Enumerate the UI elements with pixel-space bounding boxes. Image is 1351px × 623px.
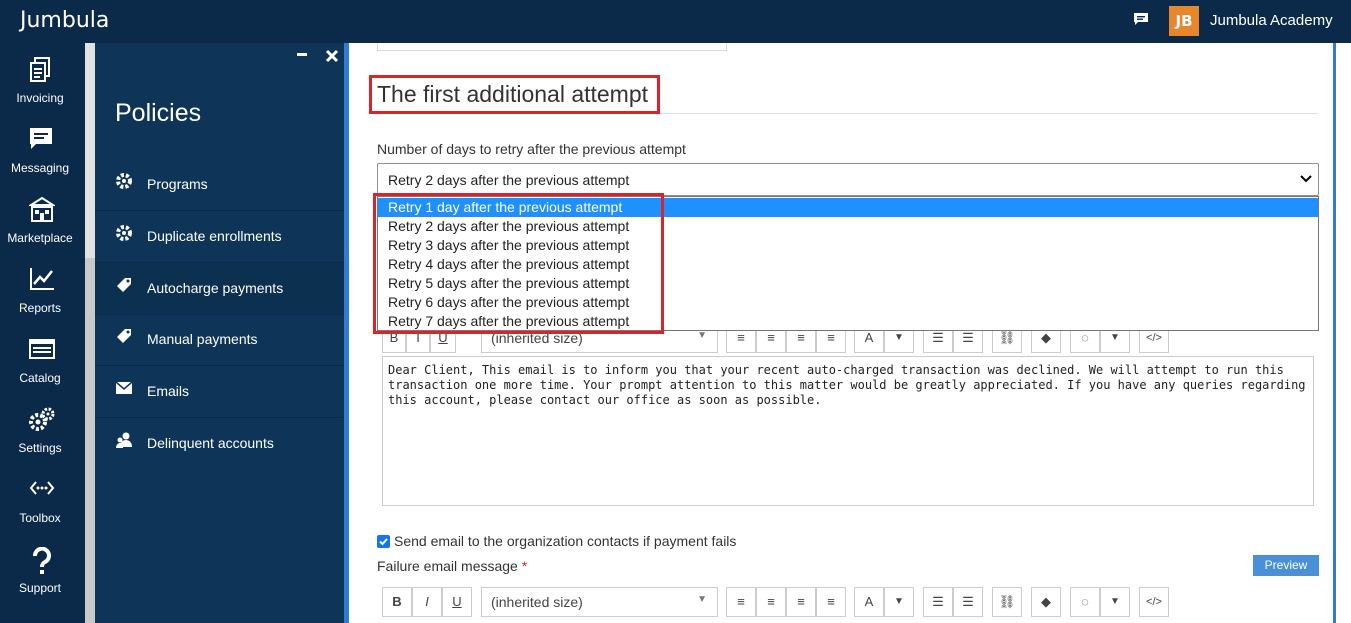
previous-field[interactable] <box>377 43 727 51</box>
nav-label: Toolbox <box>19 511 61 525</box>
policy-item-manual-payments[interactable]: Manual payments <box>95 314 344 366</box>
bullet-list-button[interactable]: ☰ <box>923 587 953 617</box>
chat-icon[interactable] <box>1133 12 1149 26</box>
chevron-down-icon[interactable]: ▼ <box>884 587 914 617</box>
code-view-icon[interactable]: </> <box>1139 587 1169 617</box>
nav-label: Reports <box>18 301 62 315</box>
nav-reports[interactable]: Reports <box>0 253 85 323</box>
policy-item-label: Programs <box>147 176 208 192</box>
numbered-list-button[interactable]: ☰ <box>953 587 983 617</box>
nav-label: Catalog <box>19 371 61 385</box>
toolbox-icon <box>29 481 55 495</box>
chevron-down-icon[interactable]: ▼ <box>1100 587 1130 617</box>
main-nav-rail: Invoicing Messaging Marketplace Reports … <box>0 43 85 623</box>
gear-icon <box>116 225 132 241</box>
policies-panel: Policies Programs Duplicate enrollments … <box>95 43 344 623</box>
invoice-icon <box>30 57 50 82</box>
chart-icon <box>30 268 54 290</box>
policy-item-emails[interactable]: Emails <box>95 366 344 418</box>
chat-icon <box>30 128 52 149</box>
top-bar: Jumbula JB Jumbula Academy <box>0 0 1351 43</box>
tag-icon <box>117 329 131 343</box>
main-content: The first additional attempt Number of d… <box>349 43 1333 623</box>
policy-item-label: Duplicate enrollments <box>147 228 282 244</box>
catalog-icon <box>29 339 55 359</box>
gears-icon <box>29 407 55 431</box>
required-mark: * <box>521 558 528 574</box>
nav-catalog[interactable]: Catalog <box>0 323 85 393</box>
nav-label: Invoicing <box>16 91 64 105</box>
eraser-icon[interactable]: ◆ <box>1031 587 1061 617</box>
tag-icon <box>117 278 131 292</box>
minimize-icon[interactable] <box>296 46 308 58</box>
justify-button[interactable]: ≡ <box>816 587 846 617</box>
italic-button[interactable]: I <box>412 587 442 617</box>
org-name[interactable]: Jumbula Academy <box>1210 12 1333 29</box>
retry-days-label: Number of days to retry after the previo… <box>377 141 686 157</box>
nav-label: Settings <box>18 441 62 455</box>
send-email-label: Send email to the organization contacts … <box>394 533 737 549</box>
font-size-select[interactable]: (inherited size) ▼ <box>481 587 718 617</box>
store-icon <box>29 197 55 222</box>
users-icon <box>116 432 132 448</box>
link-icon[interactable]: ⛓ <box>992 587 1022 617</box>
nav-support[interactable]: Support <box>0 533 85 603</box>
question-icon <box>33 547 51 574</box>
align-center-button[interactable]: ≡ <box>756 587 786 617</box>
failure-editor-toolbar: B I U (inherited size) ▼ ≡ ≡ ≡ ≡ A ▼ ☰ ☰ … <box>382 587 1282 619</box>
chevron-down-icon <box>1300 175 1312 183</box>
retry-days-select[interactable]: Retry 2 days after the previous attempt <box>377 163 1319 196</box>
brand-logo[interactable]: Jumbula <box>20 8 109 33</box>
underline-button[interactable]: U <box>442 587 472 617</box>
chevron-down-icon: ▼ <box>697 330 707 341</box>
font-size-value: (inherited size) <box>491 594 583 610</box>
nav-toolbox[interactable]: Toolbox <box>0 463 85 533</box>
selected-value: Retry 2 days after the previous attempt <box>388 172 630 188</box>
failure-email-label: Failure email message * <box>377 558 527 574</box>
envelope-icon <box>115 381 133 394</box>
policy-item-label: Manual payments <box>147 331 258 347</box>
close-icon[interactable] <box>325 49 339 63</box>
nav-settings[interactable]: Settings <box>0 393 85 463</box>
chevron-down-icon: ▼ <box>697 594 707 605</box>
policy-item-label: Emails <box>147 383 190 399</box>
panel-title: Policies <box>115 99 202 127</box>
policy-item-label: Delinquent accounts <box>147 435 274 451</box>
failure-label-text: Failure email message <box>377 558 518 574</box>
nav-messaging[interactable]: Messaging <box>0 113 85 183</box>
check-icon <box>379 538 388 546</box>
nav-label: Marketplace <box>7 231 73 245</box>
color-drop-icon[interactable]: ◌ <box>1070 587 1100 617</box>
policy-item-label: Autocharge payments <box>147 280 284 296</box>
nav-label: Messaging <box>10 161 70 175</box>
policy-item-programs[interactable]: Programs <box>95 159 344 211</box>
gear-icon <box>116 173 132 189</box>
highlight-section-title <box>369 75 660 114</box>
scrollbar-thumb[interactable] <box>85 43 95 258</box>
org-logo[interactable]: JB <box>1169 6 1199 36</box>
rail-scrollbar[interactable] <box>85 43 95 623</box>
preview-button[interactable]: Preview <box>1253 555 1319 576</box>
text-color-button[interactable]: A <box>854 587 884 617</box>
send-email-checkbox[interactable] <box>377 535 390 548</box>
bold-button[interactable]: B <box>382 587 412 617</box>
policy-item-autocharge-payments[interactable]: Autocharge payments <box>95 263 344 315</box>
nav-invoicing[interactable]: Invoicing <box>0 43 85 113</box>
nav-label: Support <box>18 581 62 595</box>
align-left-button[interactable]: ≡ <box>726 587 756 617</box>
main-scrollbar[interactable] <box>1333 43 1351 623</box>
policy-item-duplicate-enrollments[interactable]: Duplicate enrollments <box>95 211 344 263</box>
highlight-retry-options <box>373 193 664 334</box>
nav-marketplace[interactable]: Marketplace <box>0 183 85 253</box>
email-body-editor[interactable]: Dear Client, This email is to inform you… <box>382 356 1314 506</box>
align-right-button[interactable]: ≡ <box>786 587 816 617</box>
policy-item-delinquent-accounts[interactable]: Delinquent accounts <box>95 418 344 470</box>
